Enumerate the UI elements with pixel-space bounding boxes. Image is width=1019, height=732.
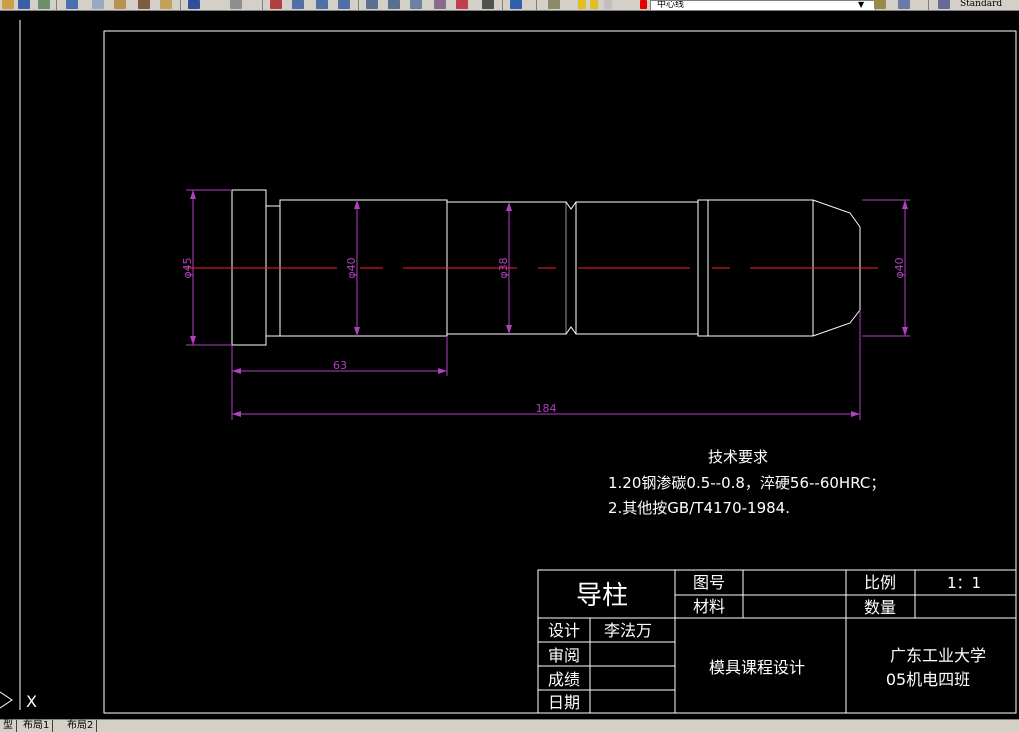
designer-name: 李法万 (604, 621, 652, 640)
dimension-arrows (190, 190, 908, 417)
dim-length-63: 63 (333, 359, 347, 372)
zoom-realtime-icon[interactable] (292, 0, 304, 9)
design-center-icon[interactable] (388, 0, 400, 9)
cut-icon[interactable] (66, 0, 78, 9)
layer-color-icon[interactable] (640, 0, 647, 9)
redo-icon[interactable] (230, 0, 242, 9)
pan-icon[interactable] (270, 0, 282, 9)
class-name: 05机电四班 (886, 670, 970, 689)
dim-length-184: 184 (536, 402, 557, 415)
sheet-set-icon[interactable] (434, 0, 446, 9)
dimensions (186, 189, 910, 420)
layer-dropdown-value: 中心线 (657, 0, 685, 10)
properties-icon[interactable] (366, 0, 378, 9)
copy-icon[interactable] (92, 0, 104, 9)
scale-label: 比例 (864, 573, 896, 592)
tech-requirements-title: 技术要求 (708, 448, 768, 466)
layer-previous-icon[interactable] (898, 0, 910, 9)
print-icon[interactable] (38, 0, 50, 9)
help-icon[interactable] (510, 0, 522, 9)
dim-diameter-38: φ38 (497, 257, 510, 278)
text-style-icon[interactable] (938, 0, 950, 9)
tech-requirement-1: 1.20钢渗碳0.5--0.8，淬硬56--60HRC； (608, 474, 885, 492)
zoom-previous-icon[interactable] (338, 0, 350, 9)
layout-tabs-bar: 型 布局1 布局2 (0, 719, 1019, 732)
tab-model[interactable]: 型 (0, 720, 17, 732)
design-label: 设计 (548, 621, 580, 640)
review-label: 审阅 (548, 646, 580, 665)
drawing-no-label: 图号 (693, 573, 725, 592)
tab-layout1[interactable]: 布局1 (20, 720, 54, 732)
paste-icon[interactable] (114, 0, 126, 9)
zoom-window-icon[interactable] (316, 0, 328, 9)
dim-diameter-40-right: φ40 (893, 257, 906, 278)
ucs-icon (0, 691, 13, 709)
drawing-canvas[interactable]: φ45 φ40 φ38 φ40 63 184 技术要求 1.20钢渗碳0.5--… (0, 10, 1019, 730)
undo-icon[interactable] (188, 0, 200, 9)
date-label: 日期 (548, 693, 580, 712)
markup-icon[interactable] (456, 0, 468, 9)
make-object-layer-current-icon[interactable] (874, 0, 886, 9)
open-icon[interactable] (2, 0, 14, 9)
layer-on-icon[interactable] (578, 0, 586, 9)
text-style-value[interactable]: Standard (960, 0, 1002, 9)
material-label: 材料 (693, 597, 725, 616)
chevron-down-icon[interactable]: ▼ (858, 0, 864, 9)
course-name: 模具课程设计 (709, 658, 805, 677)
scale-value: 1：1 (947, 574, 981, 592)
layer-freeze-icon[interactable] (590, 0, 598, 9)
layer-lock-icon[interactable] (604, 0, 612, 9)
tab-layout2[interactable]: 布局2 (64, 720, 98, 732)
ucs-x-label: X (26, 692, 37, 711)
dim-diameter-45: φ45 (181, 257, 194, 278)
save-icon[interactable] (18, 0, 30, 9)
school-name: 广东工业大学 (890, 646, 986, 665)
tech-requirement-2: 2.其他按GB/T4170-1984. (608, 499, 790, 517)
match-properties-icon[interactable] (138, 0, 150, 9)
dim-diameter-40-left: φ40 (345, 257, 358, 278)
quantity-label: 数量 (864, 598, 896, 617)
layer-manager-icon[interactable] (548, 0, 560, 9)
tool-palettes-icon[interactable] (410, 0, 422, 9)
grade-label: 成绩 (548, 670, 580, 689)
part-name: 导柱 (576, 581, 628, 611)
block-icon[interactable] (160, 0, 172, 9)
calculator-icon[interactable] (482, 0, 494, 9)
